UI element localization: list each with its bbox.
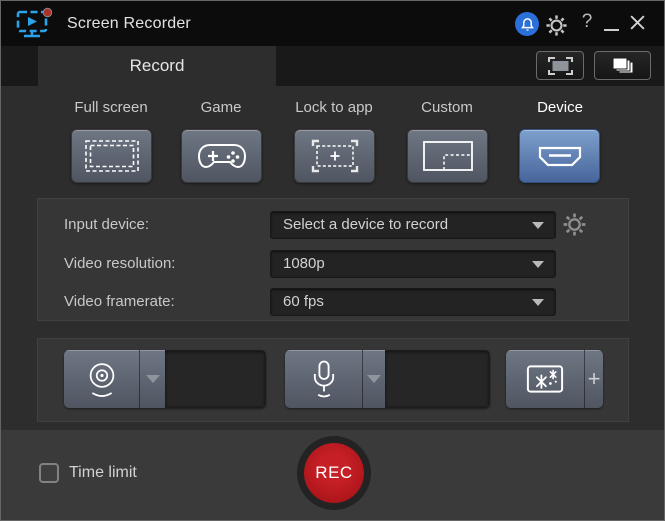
video-framerate-select[interactable]: 60 fps — [270, 288, 556, 316]
mode-button-device[interactable] — [519, 129, 600, 183]
webcam-icon — [81, 357, 123, 401]
notification-bell-button[interactable] — [515, 12, 539, 36]
video-framerate-value: 60 fps — [283, 293, 324, 310]
capture-devices-panel: + — [37, 338, 629, 422]
gear-icon — [562, 212, 587, 237]
dropdown-arrow-icon — [532, 299, 544, 306]
microphone-icon — [304, 356, 344, 402]
video-resolution-label: Video resolution: — [64, 250, 175, 278]
mode-button-full-screen[interactable] — [71, 129, 152, 183]
dropdown-arrow-icon — [146, 375, 160, 383]
stacked-windows-icon — [610, 55, 636, 76]
microphone-dropdown-button[interactable] — [362, 350, 385, 408]
webcam-name-field — [165, 350, 266, 408]
close-icon — [629, 14, 646, 31]
click-effects-icon — [522, 361, 568, 397]
mode-button-custom[interactable] — [407, 129, 488, 183]
gamepad-icon — [193, 136, 251, 176]
video-resolution-value: 1080p — [283, 255, 325, 272]
screenshot-icon — [547, 56, 574, 76]
mode-label-full-screen: Full screen — [51, 99, 171, 116]
video-framerate-label: Video framerate: — [64, 288, 175, 316]
screenshot-button[interactable] — [536, 51, 584, 80]
bell-icon — [520, 17, 535, 32]
titlebar: Screen Recorder ? — [1, 1, 664, 46]
tab-record[interactable]: Record — [38, 46, 276, 87]
mode-button-lock-to-app[interactable] — [294, 129, 375, 183]
lock-to-app-icon — [303, 135, 367, 177]
mode-label-lock-to-app: Lock to app — [274, 99, 394, 116]
dropdown-arrow-icon — [532, 261, 544, 268]
click-effects-button[interactable] — [506, 350, 584, 408]
captured-files-button[interactable] — [594, 51, 651, 80]
app-logo-icon — [14, 7, 58, 45]
input-device-value: Select a device to record — [283, 216, 448, 233]
mode-label-device: Device — [500, 99, 620, 116]
microphone-group — [285, 350, 490, 408]
screen-recorder-window: Screen Recorder ? — [0, 0, 665, 521]
hdmi-device-icon — [530, 136, 590, 176]
time-limit-checkbox[interactable] — [39, 463, 59, 483]
custom-region-icon — [416, 135, 480, 177]
input-device-label: Input device: — [64, 211, 149, 239]
help-button[interactable]: ? — [577, 11, 597, 36]
app-title: Screen Recorder — [67, 1, 191, 46]
video-resolution-select[interactable]: 1080p — [270, 250, 556, 278]
record-button-face: REC — [304, 443, 364, 503]
add-effect-button[interactable]: + — [584, 350, 603, 408]
input-device-select[interactable]: Select a device to record — [270, 211, 556, 239]
webcam-group — [64, 350, 266, 408]
minimize-icon — [604, 29, 619, 31]
mode-label-game: Game — [161, 99, 281, 116]
mode-label-custom: Custom — [387, 99, 507, 116]
footer-bar: Time limit REC — [1, 430, 664, 521]
tab-bar: Record — [1, 46, 664, 86]
device-advanced-settings-button[interactable] — [562, 212, 587, 237]
dropdown-arrow-icon — [367, 375, 381, 383]
microphone-name-field — [385, 350, 490, 408]
settings-gear-button[interactable] — [545, 14, 568, 37]
close-button[interactable] — [629, 14, 651, 34]
webcam-dropdown-button[interactable] — [139, 350, 165, 408]
minimize-button[interactable] — [602, 15, 622, 33]
webcam-button[interactable] — [64, 350, 139, 408]
microphone-button[interactable] — [285, 350, 362, 408]
full-screen-icon — [80, 136, 144, 176]
dropdown-arrow-icon — [532, 222, 544, 229]
mode-button-game[interactable] — [181, 129, 262, 183]
effects-group: + — [506, 350, 603, 408]
gear-icon — [545, 14, 568, 37]
record-button[interactable]: REC — [297, 436, 371, 510]
device-settings-panel: Input device: Video resolution: Video fr… — [37, 198, 629, 321]
time-limit-label: Time limit — [69, 462, 137, 484]
